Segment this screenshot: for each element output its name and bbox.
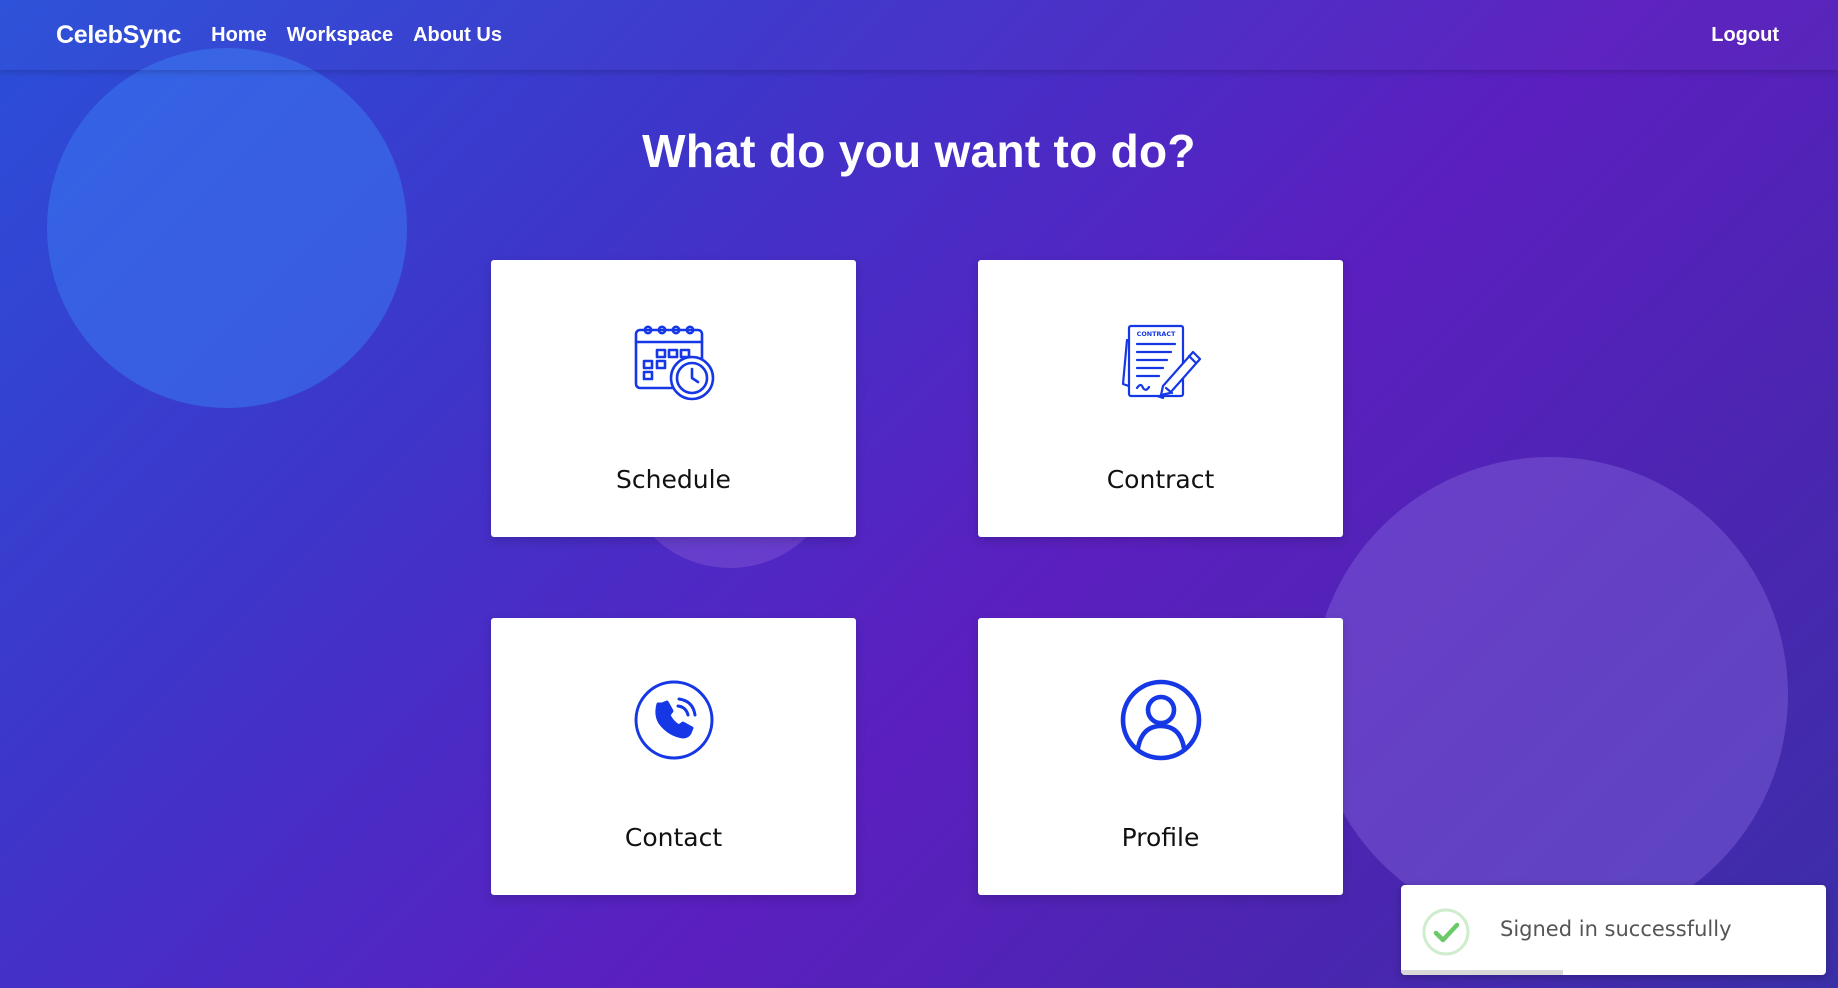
- decorative-circle: [47, 48, 407, 408]
- logout-button[interactable]: Logout: [1711, 24, 1779, 47]
- toast-progress-bar: [1401, 970, 1563, 975]
- brand-logo[interactable]: CelebSync: [56, 21, 181, 50]
- schedule-label: Schedule: [616, 465, 731, 494]
- contact-card[interactable]: Contact: [491, 618, 856, 895]
- contract-card[interactable]: CONTRACT Contract: [978, 260, 1343, 537]
- nav-link-home[interactable]: Home: [211, 24, 267, 47]
- user-profile-icon: [1119, 678, 1203, 762]
- page-title: What do you want to do?: [642, 125, 1196, 177]
- svg-text:CONTRACT: CONTRACT: [1136, 330, 1175, 338]
- contract-document-icon: CONTRACT: [1119, 320, 1203, 404]
- check-circle-icon: [1421, 907, 1471, 957]
- phone-call-icon: [632, 678, 716, 762]
- nav-links: Home Workspace About Us: [211, 24, 502, 47]
- contact-label: Contact: [624, 823, 723, 852]
- top-navbar: CelebSync Home Workspace About Us Logout: [0, 0, 1838, 70]
- nav-link-about-us[interactable]: About Us: [413, 24, 502, 47]
- contract-label: Contract: [1106, 465, 1215, 494]
- profile-label: Profile: [1121, 823, 1200, 852]
- nav-link-workspace[interactable]: Workspace: [287, 24, 393, 47]
- profile-card[interactable]: Profile: [978, 618, 1343, 895]
- toast-message: Signed in successfully: [1500, 917, 1732, 941]
- success-toast[interactable]: Signed in successfully: [1401, 885, 1826, 975]
- schedule-card[interactable]: Schedule: [491, 260, 856, 537]
- decorative-circle: [1312, 457, 1788, 933]
- calendar-clock-icon: [632, 320, 716, 404]
